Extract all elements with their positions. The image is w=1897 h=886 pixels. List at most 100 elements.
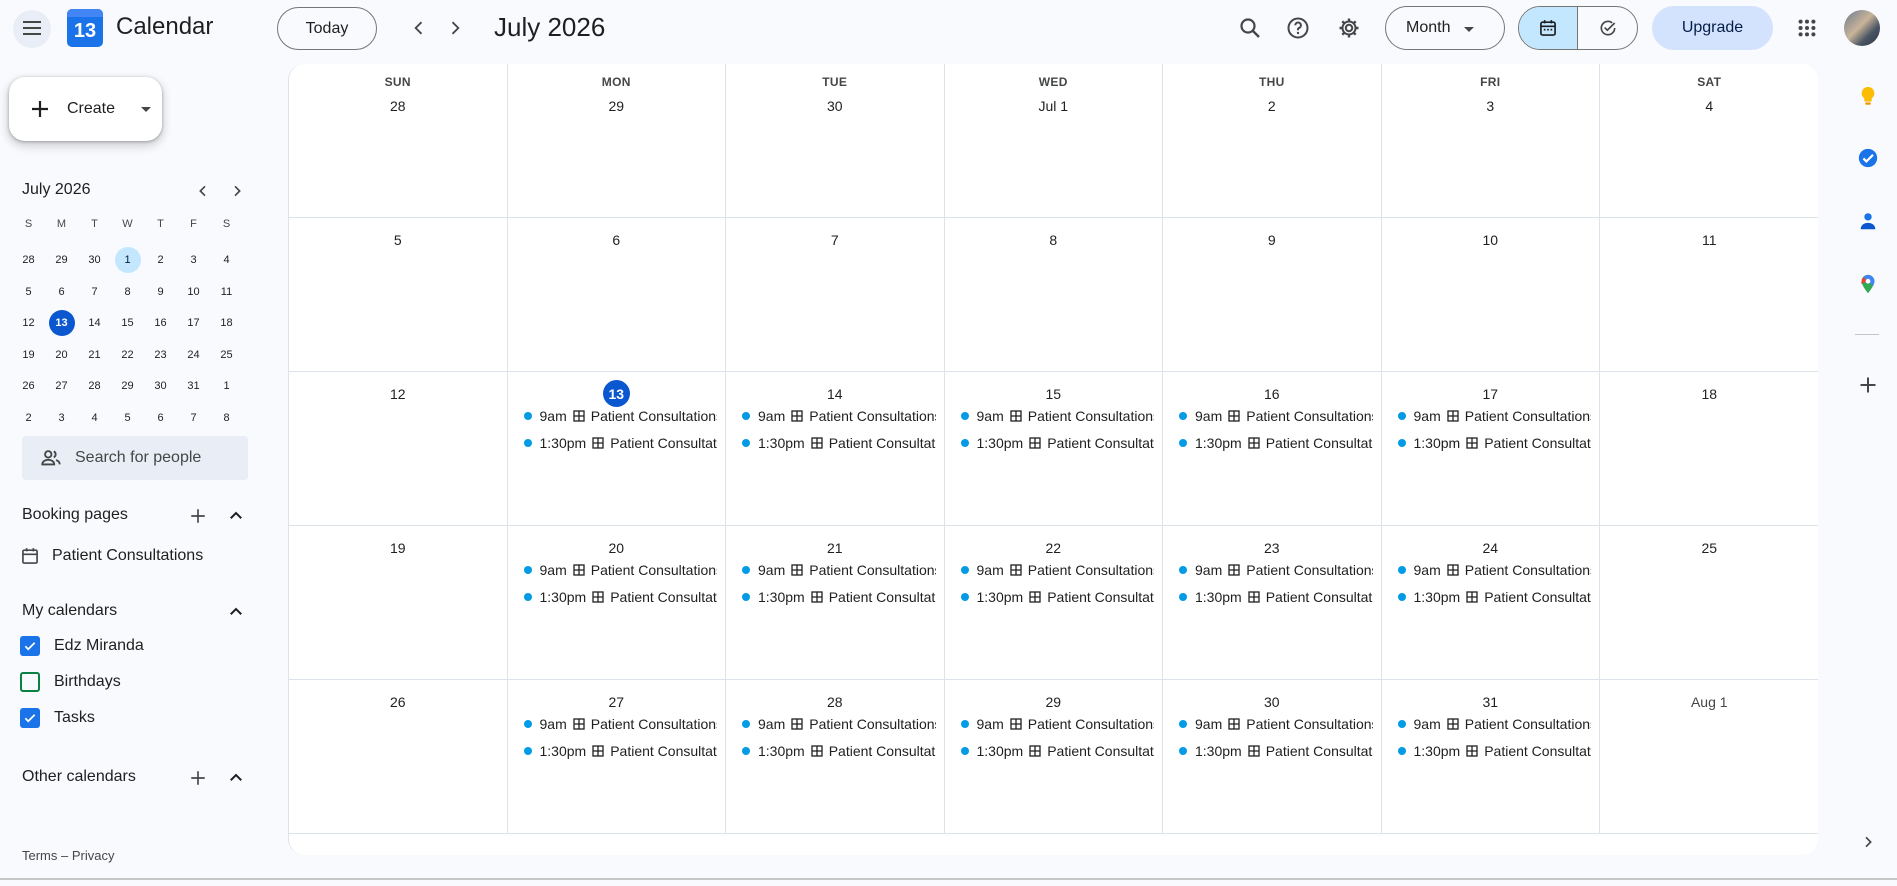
day-cell[interactable]: 14 9am Patient Consultations 1:30pm Patient …: [726, 372, 945, 525]
mini-calendar-day[interactable]: 14: [78, 308, 111, 340]
mini-calendar-day[interactable]: 27: [45, 371, 78, 403]
expand-panel-icon[interactable]: [1854, 828, 1882, 856]
mini-calendar-day[interactable]: 9: [144, 276, 177, 308]
day-cell[interactable]: 30 9am Patient Consultations 1:30pm Patient …: [1163, 680, 1382, 833]
day-cell[interactable]: 23 9am Patient Consultations 1:30pm Patient …: [1163, 526, 1382, 679]
date-number[interactable]: 25: [1696, 534, 1723, 561]
day-cell[interactable]: 18: [1600, 372, 1818, 525]
add-addon-icon[interactable]: [1854, 371, 1882, 399]
date-number[interactable]: Aug 1: [1687, 688, 1732, 715]
mini-calendar-day[interactable]: 29: [45, 245, 78, 277]
date-number[interactable]: 18: [1696, 380, 1723, 407]
event-chip[interactable]: 9am Patient Consultations: [516, 405, 717, 427]
mini-calendar-day[interactable]: 20: [45, 339, 78, 371]
today-button[interactable]: Today: [277, 7, 377, 50]
event-chip[interactable]: 9am Patient Consultations: [1171, 405, 1373, 427]
event-chip[interactable]: 1:30pm Patient Consultations: [1390, 586, 1591, 608]
event-chip[interactable]: 9am Patient Consultations: [516, 713, 717, 735]
date-number[interactable]: 24: [1477, 534, 1504, 561]
day-cell[interactable]: 27 9am Patient Consultations 1:30pm Patient …: [508, 680, 726, 833]
mini-calendar-day[interactable]: 1: [111, 245, 144, 277]
mini-calendar-day[interactable]: 7: [177, 402, 210, 434]
mini-calendar-day[interactable]: 17: [177, 308, 210, 340]
mini-calendar-day[interactable]: 8: [111, 276, 144, 308]
maps-icon[interactable]: [1854, 270, 1882, 298]
people-search[interactable]: [22, 436, 248, 480]
booking-page-item[interactable]: Patient Consultations: [20, 546, 203, 566]
day-cell[interactable]: 11: [1600, 218, 1818, 371]
main-menu-button[interactable]: [8, 8, 56, 48]
my-calendar-item[interactable]: Tasks: [20, 708, 95, 728]
event-chip[interactable]: 1:30pm Patient Consultations: [1390, 740, 1591, 762]
date-number[interactable]: 22: [1040, 534, 1067, 561]
mini-calendar-day[interactable]: 5: [111, 402, 144, 434]
date-number[interactable]: 20: [603, 534, 630, 561]
my-calendar-item[interactable]: Birthdays: [20, 672, 121, 692]
day-cell[interactable]: 12: [289, 372, 508, 525]
mini-calendar-day[interactable]: 2: [12, 402, 45, 434]
add-booking-page-button[interactable]: [186, 504, 210, 528]
collapse-booking-pages-button[interactable]: [224, 504, 248, 528]
day-cell[interactable]: 13 9am Patient Consultations 1:30pm Patient …: [508, 372, 726, 525]
day-cell[interactable]: 7: [726, 218, 945, 371]
mini-calendar-day[interactable]: 23: [144, 339, 177, 371]
date-number[interactable]: Jul 1: [1034, 92, 1072, 119]
event-chip[interactable]: 1:30pm Patient Consultations: [1171, 586, 1373, 608]
create-button[interactable]: Create: [9, 77, 162, 141]
event-chip[interactable]: 9am Patient Consultations: [516, 559, 717, 581]
date-number[interactable]: 8: [1040, 226, 1067, 253]
event-chip[interactable]: 9am Patient Consultations: [953, 713, 1154, 735]
event-chip[interactable]: 1:30pm Patient Consultations: [953, 586, 1154, 608]
mini-calendar-day[interactable]: 3: [45, 402, 78, 434]
view-switcher[interactable]: Month: [1385, 6, 1505, 50]
event-chip[interactable]: 9am Patient Consultations: [1390, 405, 1591, 427]
terms-link[interactable]: Terms: [22, 848, 57, 863]
add-other-calendar-button[interactable]: [186, 766, 210, 790]
checkbox-unchecked-icon[interactable]: [20, 672, 40, 692]
google-apps-button[interactable]: [1792, 12, 1822, 44]
event-chip[interactable]: 9am Patient Consultations: [1390, 713, 1591, 735]
day-cell[interactable]: 19: [289, 526, 508, 679]
my-calendar-item[interactable]: Edz Miranda: [20, 636, 144, 656]
event-chip[interactable]: 9am Patient Consultations: [734, 405, 936, 427]
date-number[interactable]: 27: [603, 688, 630, 715]
upgrade-button[interactable]: Upgrade: [1652, 6, 1773, 50]
account-avatar[interactable]: [1844, 10, 1880, 46]
date-number[interactable]: 2: [1258, 92, 1285, 119]
mini-calendar-day[interactable]: 22: [111, 339, 144, 371]
event-chip[interactable]: 1:30pm Patient Consultations: [953, 432, 1154, 454]
mini-calendar-day[interactable]: 16: [144, 308, 177, 340]
date-number[interactable]: 29: [1040, 688, 1067, 715]
tasks-icon[interactable]: [1854, 144, 1882, 172]
date-number[interactable]: 17: [1477, 380, 1504, 407]
mini-calendar-day[interactable]: 21: [78, 339, 111, 371]
day-cell[interactable]: THU 2: [1163, 64, 1382, 217]
event-chip[interactable]: 1:30pm Patient Consultations: [953, 740, 1154, 762]
collapse-my-calendars-button[interactable]: [224, 600, 248, 624]
calendar-view-toggle[interactable]: [1519, 7, 1579, 49]
date-number[interactable]: 4: [1696, 92, 1723, 119]
mini-calendar-day[interactable]: 28: [78, 371, 111, 403]
mini-calendar-day[interactable]: 5: [12, 276, 45, 308]
privacy-link[interactable]: Privacy: [72, 848, 115, 863]
date-number[interactable]: 6: [603, 226, 630, 253]
event-chip[interactable]: 1:30pm Patient Consultations: [734, 740, 936, 762]
previous-period-button[interactable]: [404, 12, 434, 44]
date-number[interactable]: 14: [821, 380, 848, 407]
mini-calendar-day[interactable]: 2: [144, 245, 177, 277]
day-cell[interactable]: 5: [289, 218, 508, 371]
day-cell[interactable]: 17 9am Patient Consultations 1:30pm Patient …: [1382, 372, 1600, 525]
day-cell[interactable]: 31 9am Patient Consultations 1:30pm Patient …: [1382, 680, 1600, 833]
day-cell[interactable]: 6: [508, 218, 726, 371]
checkbox-checked-icon[interactable]: [20, 636, 40, 656]
mini-calendar-day[interactable]: 1: [210, 371, 243, 403]
event-chip[interactable]: 1:30pm Patient Consultations: [516, 586, 717, 608]
day-cell[interactable]: WED Jul 1: [945, 64, 1163, 217]
day-cell[interactable]: Aug 1: [1600, 680, 1818, 833]
date-number[interactable]: 11: [1696, 226, 1723, 253]
event-chip[interactable]: 1:30pm Patient Consultations: [734, 586, 936, 608]
event-chip[interactable]: 1:30pm Patient Consultations: [516, 432, 717, 454]
date-number[interactable]: 5: [384, 226, 411, 253]
settings-button[interactable]: [1334, 12, 1364, 44]
mini-calendar-day[interactable]: 4: [78, 402, 111, 434]
